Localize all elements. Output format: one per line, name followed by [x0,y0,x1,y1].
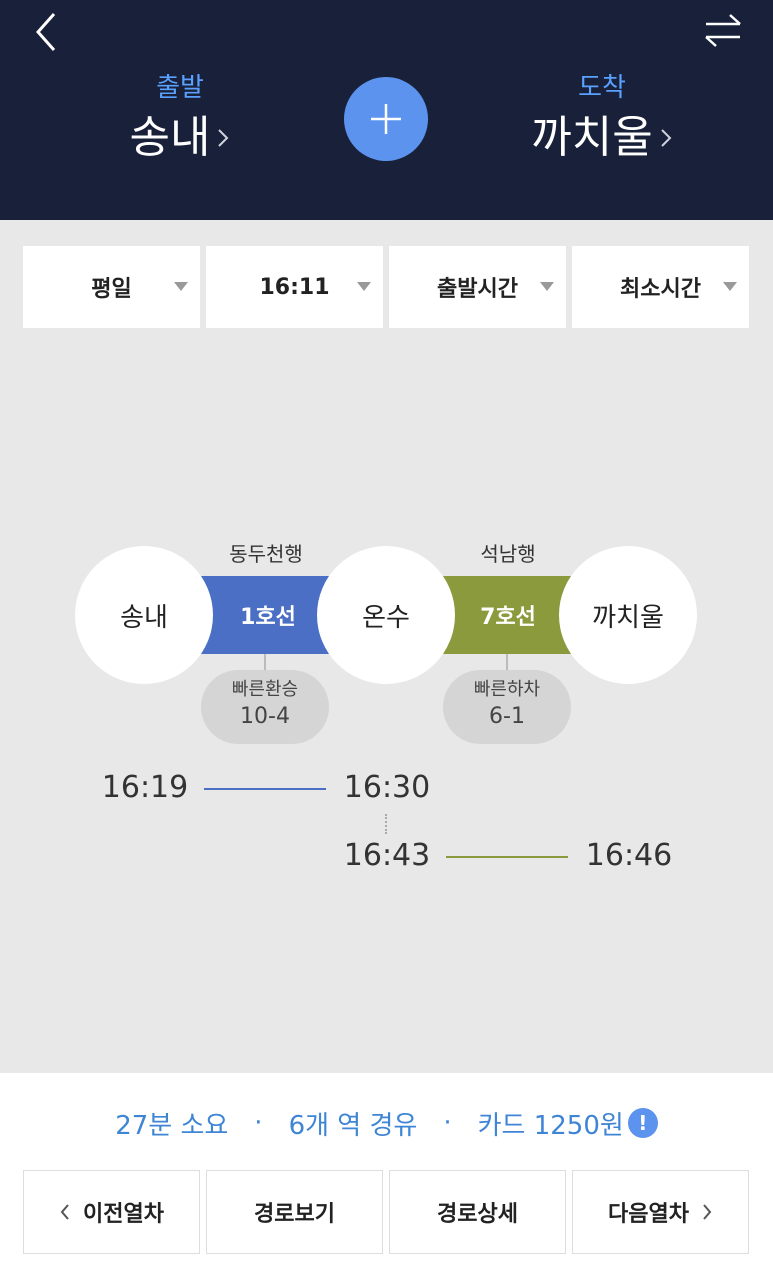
caret-down-icon [540,282,554,291]
day-type-value: 평일 [91,277,132,302]
caret-down-icon [723,282,737,291]
fast-transfer-badge: 빠른환승 10-4 [201,670,329,744]
arrival-station-selector[interactable]: 도착 까치울 [492,70,712,170]
next-train-button[interactable]: 다음열차 [572,1170,749,1254]
add-waypoint-button[interactable] [344,77,428,161]
plus-icon [371,104,401,134]
station-songnae[interactable]: 송내 [75,546,213,684]
fast-exit-value: 6-1 [489,704,525,729]
chevron-right-icon [703,1204,712,1220]
segment-1-depart-time: 16:19 [101,770,189,805]
chevron-left-icon [35,13,56,51]
departure-caption: 출발 [156,73,204,103]
bottom-panel: 27분 소요 · 6개 역 경유 · 카드 1250원 ! 이전열차 경로보기 … [0,1073,773,1269]
previous-train-label: 이전열차 [83,1202,164,1227]
filter-bar: 평일 16:11 출발시간 최소시간 [23,246,749,328]
time-mode-value: 출발시간 [437,277,518,302]
route-detail-label: 경로상세 [437,1202,518,1227]
fast-exit-label: 빠른하차 [473,679,541,700]
segment-2-timeline [446,856,568,858]
caret-down-icon [357,282,371,291]
route-detail-button[interactable]: 경로상세 [389,1170,566,1254]
header: 출발 송내 도착 까치울 [0,0,773,220]
segment-1-timeline [204,788,326,790]
arrival-caption: 도착 [578,73,626,103]
time-dropdown[interactable]: 16:11 [206,246,383,328]
fast-transfer-label: 빠른환승 [231,679,299,700]
line-1-badge: 1호선 [200,576,336,654]
chevron-right-icon [218,129,229,147]
stops-text: 6개 역 경유 [288,1110,418,1141]
time-value: 16:11 [259,274,330,300]
chevron-right-icon [661,129,672,147]
swap-arrows-icon [705,14,741,47]
segment-2-direction: 석남행 [480,542,536,566]
route-summary: 27분 소요 · 6개 역 경유 · 카드 1250원 ! [0,1103,773,1143]
departure-station-name: 송내 [129,112,211,163]
duration-text: 27분 소요 [115,1110,229,1141]
info-icon[interactable]: ! [627,1108,658,1138]
station-kkachiul[interactable]: 까치울 [559,546,697,684]
transfer-dotted-connector [385,814,387,834]
route-view-button[interactable]: 경로보기 [206,1170,383,1254]
back-button[interactable] [30,10,70,54]
sort-value: 최소시간 [620,277,701,302]
action-bar: 이전열차 경로보기 경로상세 다음열차 [23,1170,749,1254]
segment-2-depart-time: 16:43 [343,838,431,873]
segment-2-arrive-time: 16:46 [585,838,673,873]
segment-1-arrive-time: 16:30 [343,770,431,805]
caret-down-icon [174,282,188,291]
previous-train-button[interactable]: 이전열차 [23,1170,200,1254]
separator: · [254,1108,263,1138]
route-diagram: 동두천행 석남행 1호선 7호선 송내 온수 까치울 빠른환승 10-4 빠른하… [0,530,773,890]
hint-connector [264,654,266,670]
departure-station-selector[interactable]: 출발 송내 [70,70,290,170]
fast-exit-badge: 빠른하차 6-1 [443,670,571,744]
sort-dropdown[interactable]: 최소시간 [572,246,749,328]
fare-text: 카드 1250원 [477,1110,624,1141]
swap-button[interactable] [700,12,746,48]
hint-connector [506,654,508,670]
station-onsu[interactable]: 온수 [317,546,455,684]
segment-1-direction: 동두천행 [229,542,303,566]
line-7-badge: 7호선 [440,576,576,654]
chevron-left-icon [60,1204,69,1220]
day-type-dropdown[interactable]: 평일 [23,246,200,328]
arrival-station-name: 까치울 [531,112,653,163]
fast-transfer-value: 10-4 [240,704,290,729]
route-view-label: 경로보기 [254,1202,335,1227]
separator: · [443,1108,452,1138]
time-mode-dropdown[interactable]: 출발시간 [389,246,566,328]
next-train-label: 다음열차 [608,1202,689,1227]
